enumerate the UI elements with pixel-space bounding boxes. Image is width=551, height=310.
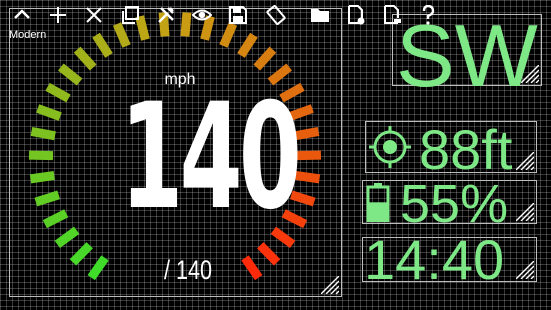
gauge-tick [30,127,56,141]
gauge-tick [87,255,109,281]
gauge-tick [36,104,62,121]
gauge-tick [58,63,83,86]
gauge-tick [257,242,281,266]
export-icon[interactable] [345,4,367,26]
clock-time: 14:40 [364,228,505,291]
eye-icon[interactable] [191,4,213,26]
gauge-tick [42,209,69,229]
gauge-tick [69,242,93,266]
plus-icon[interactable] [47,4,69,26]
battery-icon [366,183,390,222]
gauge-tick [34,190,61,207]
gps-target-icon [369,126,411,168]
copy-icon[interactable] [119,4,141,26]
chevron-up-icon[interactable] [11,4,33,26]
gauge-tick [54,226,80,249]
gauge-tick [29,171,55,184]
close-icon[interactable] [83,4,105,26]
gauge-tick [237,32,258,58]
gauge-tick [92,32,113,58]
save-icon[interactable] [227,4,249,26]
folder-icon[interactable] [309,4,331,26]
gauge-tick [45,82,71,103]
battery-level: 55% [400,174,509,234]
tools-icon[interactable] [155,4,177,26]
rotate-screen-icon[interactable] [265,4,287,26]
gauge-tick [294,127,320,141]
gauge-tick [295,171,321,184]
gps-accuracy: 88ft [419,118,513,181]
gauge-style-label: Modern [9,29,47,41]
current-speed: 140 [120,72,302,242]
gauge-tick [253,46,277,71]
gauge-tick [73,46,97,71]
gauge-tick [241,255,263,281]
compass-heading: SW [396,6,538,105]
max-speed: / 140 [163,255,213,285]
